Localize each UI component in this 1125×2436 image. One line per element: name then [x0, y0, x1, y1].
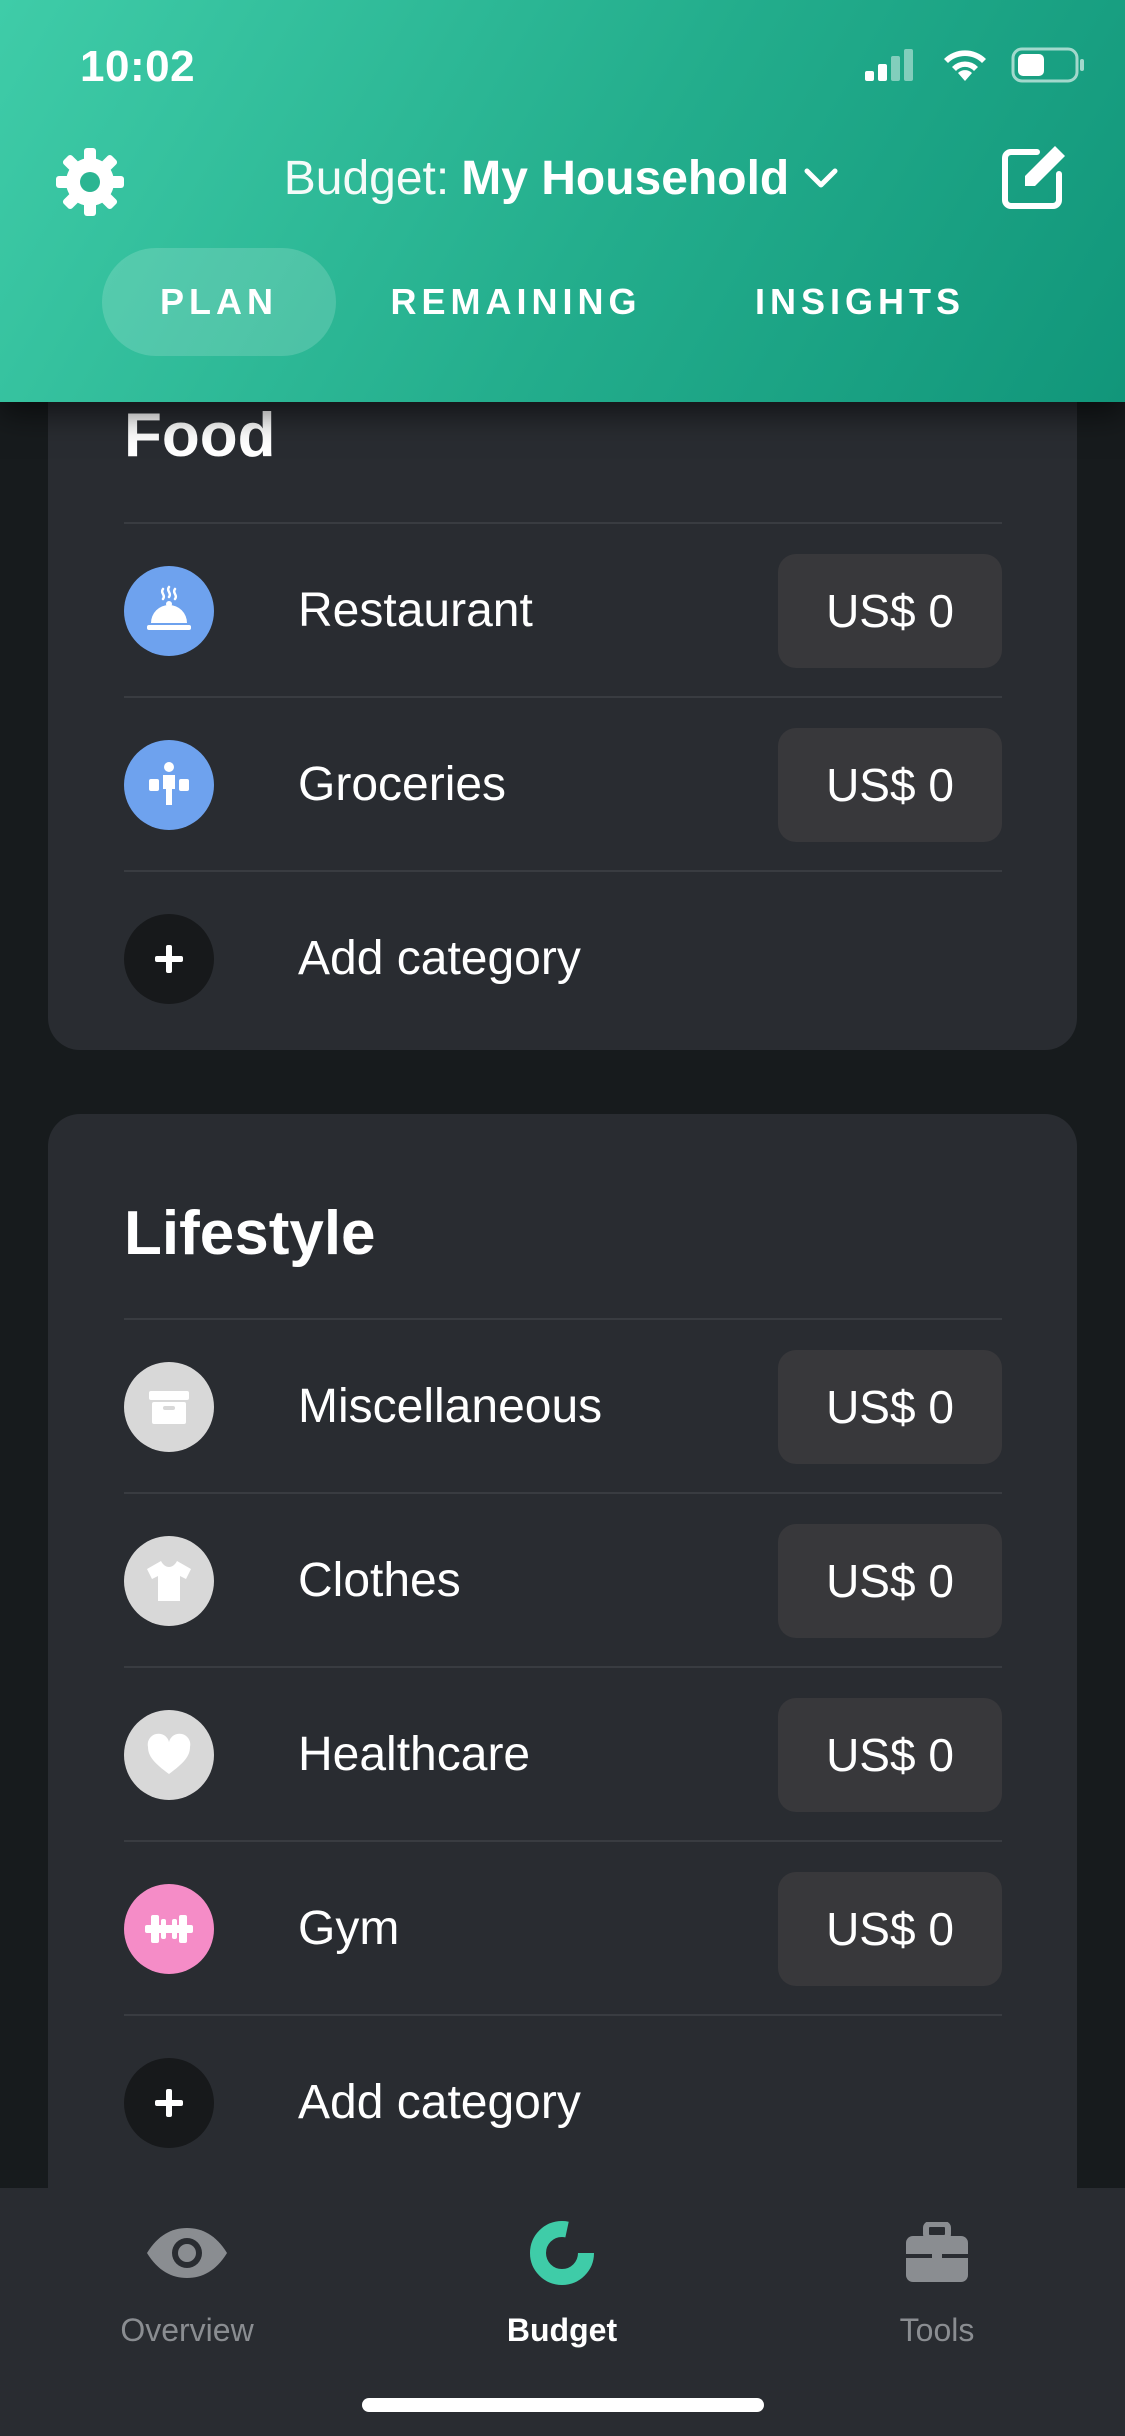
group-title: Food — [124, 401, 276, 470]
cloche-icon — [124, 566, 214, 656]
battery-icon — [1011, 47, 1084, 83]
tab-plan[interactable]: PLAN — [102, 248, 336, 356]
category-name: Groceries — [298, 758, 507, 811]
tab-remaining[interactable]: REMAINING — [378, 248, 654, 356]
category-name: Gym — [298, 1902, 400, 1955]
donut-chart-icon — [512, 2208, 612, 2298]
group-title: Lifestyle — [124, 1199, 376, 1268]
add-category-label: Add category — [298, 932, 581, 985]
category-row-clothes[interactable]: Clothes US$ 0 — [124, 1492, 1002, 1666]
amount-input[interactable]: US$ 0 — [778, 1698, 1002, 1812]
add-category-label: Add category — [298, 2076, 581, 2129]
chevron-down-icon — [804, 168, 838, 188]
box-icon — [124, 1362, 214, 1452]
eye-icon — [137, 2208, 237, 2298]
category-row-miscellaneous[interactable]: Miscellaneous US$ 0 — [124, 1318, 1002, 1492]
category-name: Clothes — [298, 1554, 461, 1607]
budget-tabs: PLAN REMAINING INSIGHTS — [0, 248, 1125, 358]
status-indicators — [863, 46, 1087, 84]
category-name: Healthcare — [298, 1728, 531, 1781]
nav-label: Overview — [120, 2312, 254, 2348]
amount-input[interactable]: US$ 0 — [778, 554, 1002, 668]
cellular-signal-icon — [865, 49, 913, 81]
app-screen: Food Restaurant US$ 0 Groceries US$ 0 Ad… — [0, 0, 1125, 2436]
nav-overview[interactable]: Overview — [67, 2208, 307, 2358]
budget-name: My Household — [461, 151, 790, 205]
category-name: Restaurant — [298, 584, 533, 637]
plus-icon — [124, 2058, 214, 2148]
tab-insights[interactable]: INSIGHTS — [740, 248, 980, 356]
status-time: 10:02 — [80, 42, 196, 91]
category-group-lifestyle: Lifestyle Miscellaneous US$ 0 Clothes US… — [48, 1114, 1077, 2188]
budget-label: Budget: — [283, 151, 450, 205]
budget-selector[interactable]: Budget: My Household — [0, 146, 1125, 210]
amount-input[interactable]: US$ 0 — [778, 1872, 1002, 1986]
add-category-button[interactable]: Add category — [124, 870, 1002, 1044]
tshirt-icon — [124, 1536, 214, 1626]
plus-icon — [124, 914, 214, 1004]
amount-input[interactable]: US$ 0 — [778, 1524, 1002, 1638]
amount-input[interactable]: US$ 0 — [778, 1350, 1002, 1464]
heart-icon — [124, 1710, 214, 1800]
category-row-gym[interactable]: Gym US$ 0 — [124, 1840, 1002, 2014]
nav-label: Budget — [506, 2312, 618, 2348]
toolbox-icon — [887, 2208, 987, 2298]
nav-label: Tools — [899, 2312, 975, 2348]
wifi-icon — [944, 50, 986, 81]
category-row-healthcare[interactable]: Healthcare US$ 0 — [124, 1666, 1002, 1840]
add-category-button[interactable]: Add category — [124, 2014, 1002, 2188]
app-header: 10:02 Budget: My Household PLAN REMAININ… — [0, 0, 1125, 402]
category-row-restaurant[interactable]: Restaurant US$ 0 — [124, 522, 1002, 696]
edit-icon[interactable] — [997, 142, 1069, 214]
nav-budget[interactable]: Budget — [442, 2208, 682, 2358]
category-name: Miscellaneous — [298, 1380, 603, 1433]
amount-input[interactable]: US$ 0 — [778, 728, 1002, 842]
dumbbell-icon — [124, 1884, 214, 1974]
category-row-groceries[interactable]: Groceries US$ 0 — [124, 696, 1002, 870]
shopper-icon — [124, 740, 214, 830]
home-indicator[interactable] — [362, 2398, 764, 2412]
nav-tools[interactable]: Tools — [817, 2208, 1057, 2358]
